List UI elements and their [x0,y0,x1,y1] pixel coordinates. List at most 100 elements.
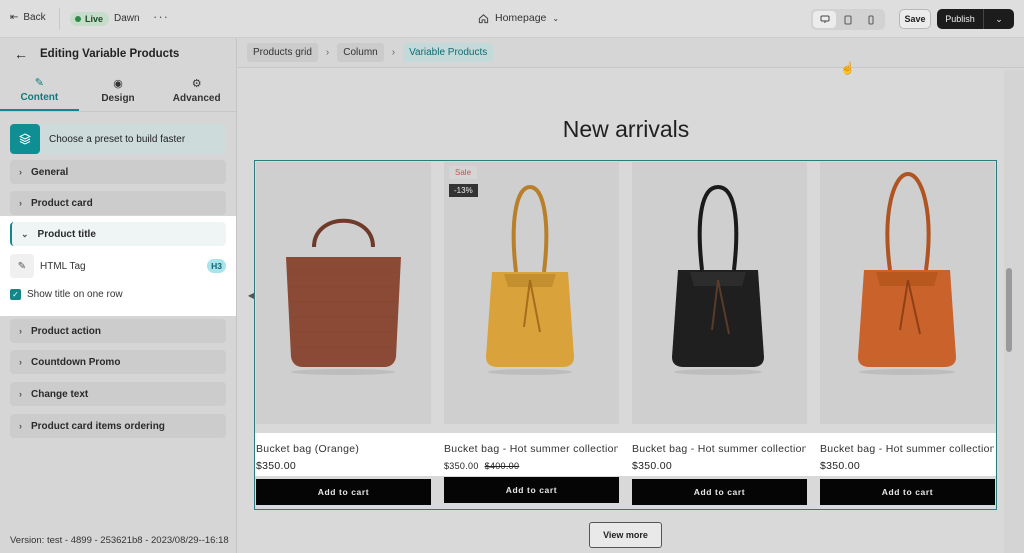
publish-dropdown-chevron-icon[interactable]: ⌄ [983,9,1014,29]
product-old-price: $400.00 [484,461,520,471]
sale-badge: Sale [449,166,478,179]
version-text: Version: test - 4899 - 253621b8 - 2023/0… [10,535,229,546]
straw-bag-image [286,218,401,375]
chevron-right-icon: › [19,198,22,208]
pencil-icon: ✎ [34,77,44,89]
breadcrumb-products-grid[interactable]: Products grid [247,43,318,62]
mobile-icon [868,15,873,24]
section-product-title[interactable]: ⌄ Product title [10,222,226,246]
product-price: $350.00 [632,460,673,472]
section-label: Countdown Promo [31,356,121,368]
live-badge: Live [70,12,110,26]
sidebar-tabs: ✎ Content ◉ Design ⚙ Advanced [0,70,236,112]
preset-label: Choose a preset to build faster [49,133,186,145]
tab-advanced[interactable]: ⚙ Advanced [157,70,236,111]
orange-bucket-bag-image [858,171,956,375]
yellow-bucket-bag-image [486,184,574,375]
section-label: Product card [31,197,93,209]
section-change-text[interactable]: › Change text [10,382,226,406]
device-switcher [811,9,885,30]
html-tag-value-badge[interactable]: H3 [207,259,226,273]
add-to-cart-button[interactable]: Add to cart [820,479,995,505]
section-heading: New arrivals [562,116,690,142]
back-label: Back [23,12,46,23]
section-product-card[interactable]: › Product card [10,191,226,215]
section-label: Change text [31,388,89,400]
product-price: $350.00 [820,460,861,472]
tab-content[interactable]: ✎ Content [0,70,79,111]
tab-advanced-label: Advanced [172,93,221,104]
back-arrow-icon[interactable]: ← [14,46,28,62]
black-bucket-bag-image [672,184,764,375]
discount-badge: -13% [449,184,478,197]
status-dot-icon [75,16,81,22]
publish-button[interactable]: Publish ⌄ [937,9,1014,29]
add-to-cart-button[interactable]: Add to cart [632,479,807,505]
add-to-cart-button[interactable]: Add to cart [444,477,619,503]
chevron-right-icon: › [19,326,22,336]
page-selector-label: Homepage [495,12,547,24]
show-title-one-row-setting[interactable]: ✓ Show title on one row [10,289,123,300]
section-general[interactable]: › General [10,160,226,184]
product-price: $350.00 [444,461,479,471]
sidebar-title: Editing Variable Products [40,48,180,60]
breadcrumb-column[interactable]: Column [337,43,384,62]
pencil-icon: ✎ [10,254,34,278]
collapse-sidebar-chevron-icon[interactable]: ◀ [247,286,255,304]
gear-icon: ⚙ [191,78,202,90]
theme-name[interactable]: Dawn [114,13,140,24]
html-tag-label: HTML Tag [40,260,86,272]
tab-content-label: Content [20,92,59,103]
product-price-group: $350.00 $400.00 [444,461,519,471]
save-button[interactable]: Save [899,9,931,29]
section-product-action[interactable]: › Product action [10,319,226,343]
breadcrumb: Products grid › Column › Variable Produc… [238,38,1024,68]
section-countdown-promo[interactable]: › Countdown Promo [10,350,226,374]
mobile-view-button[interactable] [859,11,882,28]
desktop-icon [820,15,829,23]
product-title[interactable]: Bucket bag (Orange) [256,443,431,455]
canvas-scrollbar-thumb[interactable] [1006,268,1012,352]
product-image-1[interactable] [256,162,431,424]
publish-label: Publish [945,14,975,24]
checkbox-checked-icon[interactable]: ✓ [10,289,21,300]
sidebar-header: ← Editing Variable Products [0,38,236,70]
product-title[interactable]: Bucket bag - Hot summer collection [444,443,618,455]
live-label: Live [85,14,104,24]
page-selector[interactable]: Homepage ⌄ [478,12,559,24]
product-image-2[interactable] [444,162,619,424]
product-title[interactable]: Bucket bag - Hot summer collection [632,443,806,455]
chevron-right-icon: › [391,47,396,58]
hand-cursor-icon: ☝ [840,61,855,75]
back-button[interactable]: ⇤ Back [10,12,46,23]
chevron-down-icon: ⌄ [552,13,560,23]
exit-icon: ⇤ [10,12,19,23]
add-to-cart-button[interactable]: Add to cart [256,479,431,505]
product-image-3[interactable] [632,162,807,424]
chevron-right-icon: › [19,357,22,367]
chevron-down-icon: ⌄ [21,228,29,239]
tablet-icon [844,15,851,24]
home-icon [478,13,489,23]
product-title-panel: ⌄ Product title ✎ HTML Tag H3 ✓ Show tit… [0,216,236,316]
view-more-button[interactable]: View more [589,522,662,548]
tablet-view-button[interactable] [836,11,859,28]
section-label: General [31,166,69,178]
section-label: Product card items ordering [31,420,165,432]
palette-icon: ◉ [113,78,123,90]
html-tag-setting[interactable]: ✎ HTML Tag H3 [10,254,226,278]
product-title[interactable]: Bucket bag - Hot summer collection [820,443,994,455]
product-price: $350.00 [256,460,297,472]
section-label: Product title [37,228,96,240]
section-product-card-items-ordering[interactable]: › Product card items ordering [10,414,226,438]
product-image-4[interactable] [820,162,995,424]
breadcrumb-variable-products[interactable]: Variable Products [403,43,494,62]
layers-icon [10,124,40,154]
section-label: Product action [31,325,102,337]
preset-picker-button[interactable]: Choose a preset to build faster [10,124,226,154]
chevron-right-icon: › [325,47,330,58]
chevron-right-icon: › [19,167,22,177]
tab-design[interactable]: ◉ Design [79,70,158,111]
desktop-view-button[interactable] [813,11,836,28]
more-options-icon[interactable]: ··· [153,9,169,24]
